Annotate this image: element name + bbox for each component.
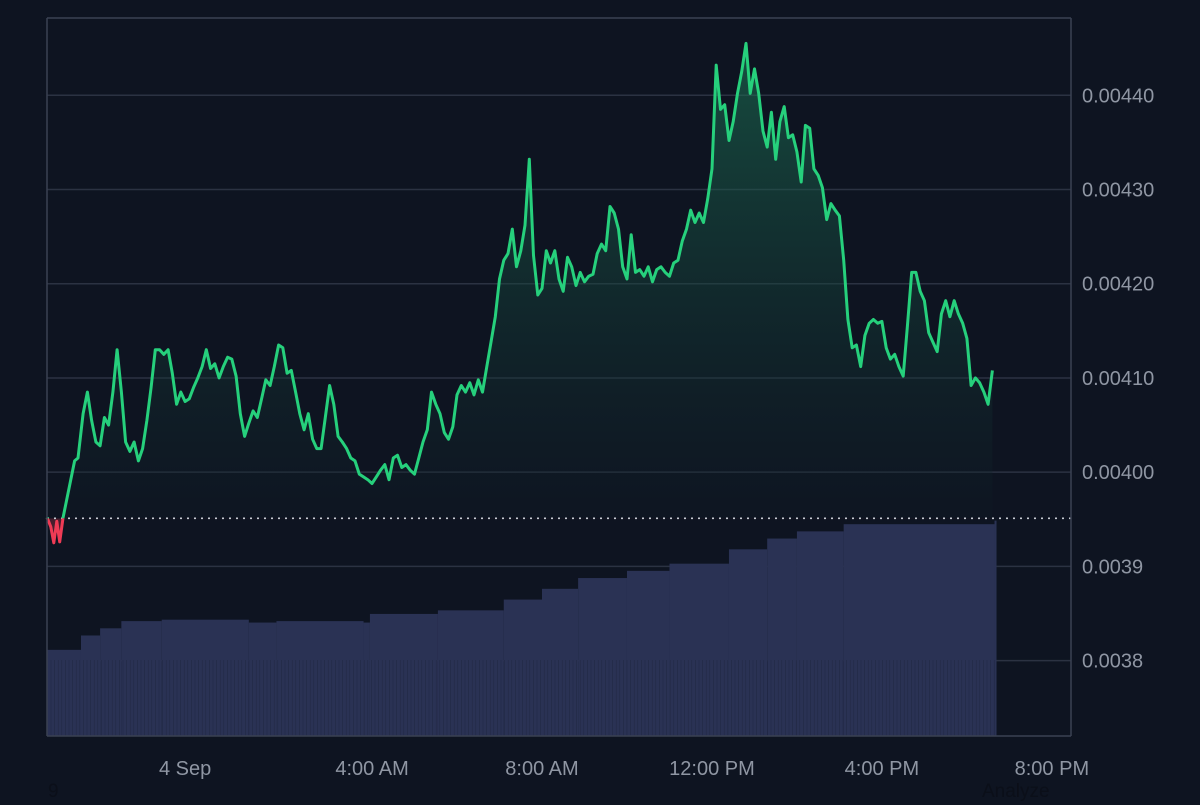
y-tick-label: 0.0038 [1082,651,1143,673]
volume-bar [542,588,579,736]
x-axis-ticks: 4 Sep 4:00 AM 8:00 AM 12:00 PM 4:00 PM 8:00 P… [159,758,1089,780]
x-tick-label: 12:00 PM [669,758,755,780]
x-tick-label: 8:00 PM [1015,758,1089,780]
x-tick-label: 4:00 AM [335,758,408,780]
y-axis-ticks: 0.00440 0.00430 0.00420 0.00410 0.00400 0.003… [1082,85,1154,672]
price-chart: 0.00440 0.00430 0.00420 0.00410 0.00400 0.003… [0,0,1200,802]
y-tick-label: 0.00410 [1082,368,1154,390]
volume-bar [161,619,249,736]
volume-bar [121,621,162,736]
volume-bar [276,621,364,736]
volume-bar [994,520,997,736]
price-area [47,43,993,543]
y-tick-label: 0.0039 [1082,556,1143,578]
chart-svg: 0.00440 0.00430 0.00420 0.00410 0.00400 0.003… [45,17,1154,780]
y-tick-label: 0.00420 [1082,274,1154,296]
volume-bar [47,649,81,736]
y-tick-label: 0.00400 [1082,462,1154,484]
volume-bar [503,599,543,736]
volume-bar [100,628,122,736]
y-tick-label: 0.00430 [1082,179,1154,201]
price-area-fill [47,43,993,519]
x-tick-label: 4:00 PM [845,758,919,780]
y-tick-label: 0.00440 [1082,85,1154,107]
volume-bar [843,524,995,736]
volume-bar [728,549,768,736]
volume-bar [796,531,844,736]
volume-bars [47,520,997,736]
volume-bar [363,622,370,736]
x-tick-label: 4 Sep [159,758,211,780]
volume-bar [248,622,277,736]
x-tick-label: 8:00 AM [505,758,578,780]
